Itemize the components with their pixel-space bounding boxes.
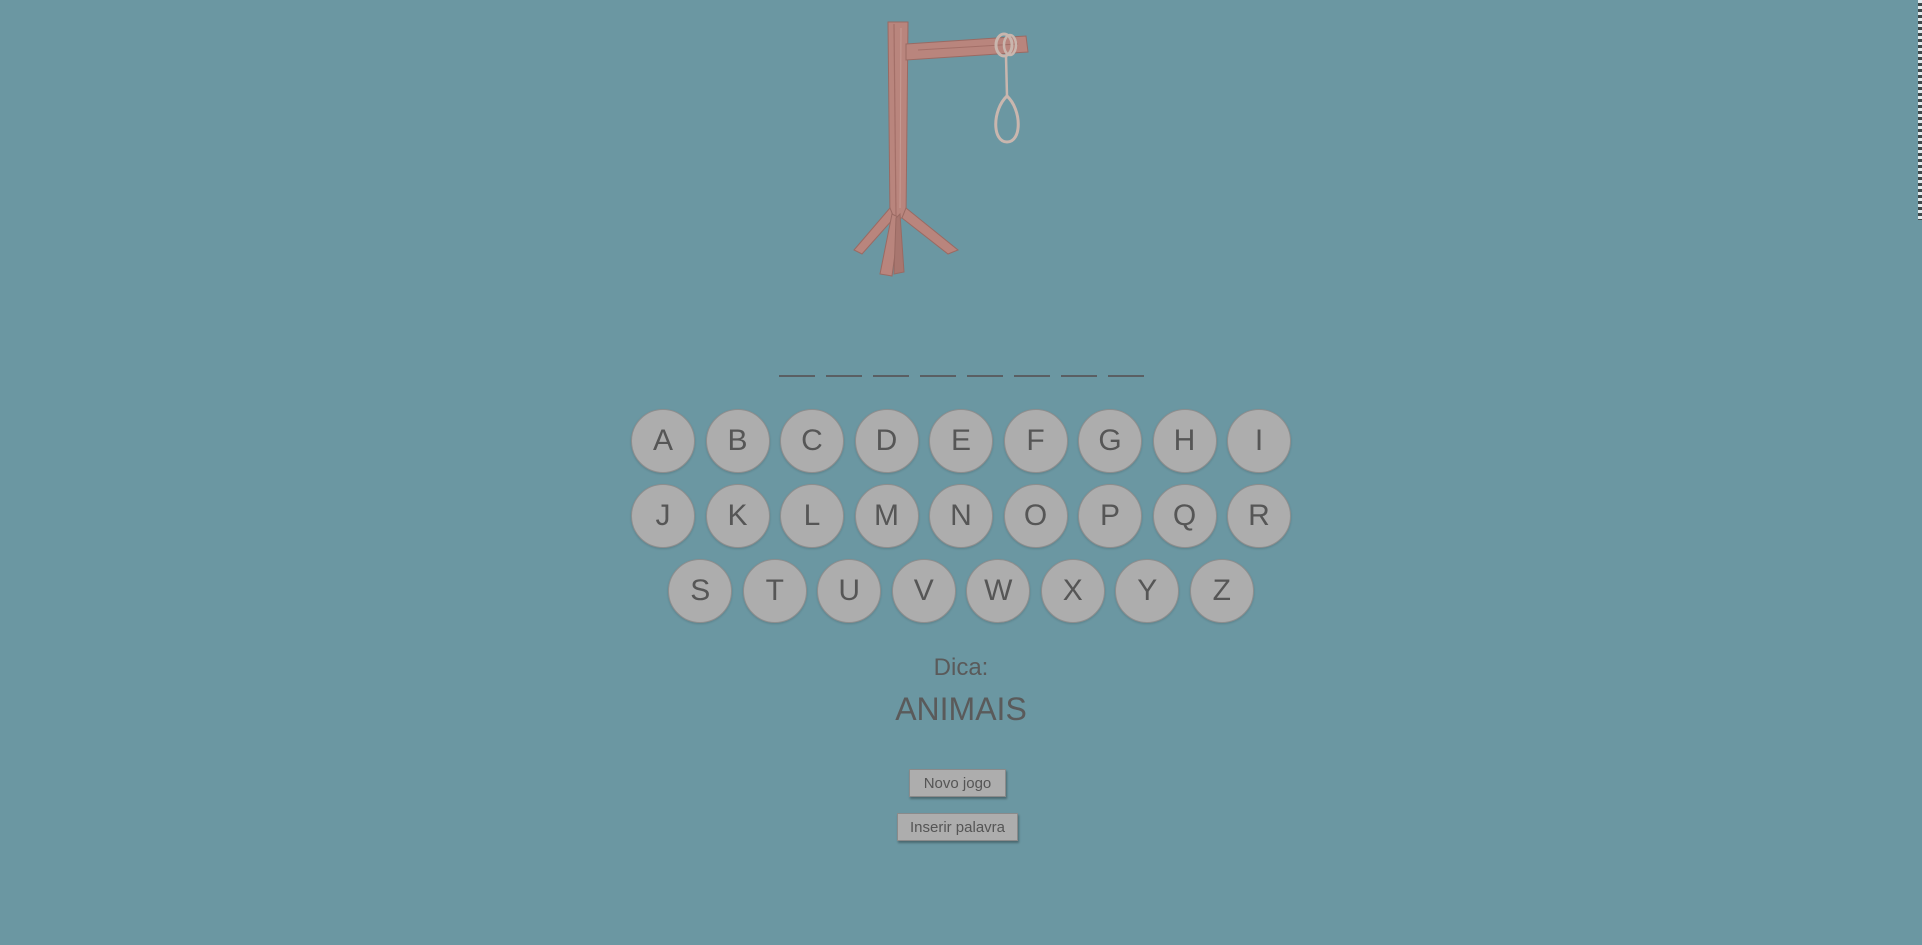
letter-slot (919, 360, 956, 377)
keyboard-row: ABCDEFGHI (0, 409, 1922, 475)
hangman-game: ABCDEFGHI JKLMNOPQR STUVWXYZ Dica: ANIMAIS… (0, 0, 1922, 945)
letter-key-d[interactable]: D (854, 409, 919, 473)
letter-key-h[interactable]: H (1152, 409, 1217, 473)
letter-key-z[interactable]: Z (1189, 559, 1254, 623)
letter-key-b[interactable]: B (705, 409, 770, 473)
keyboard-row: JKLMNOPQR (0, 484, 1922, 550)
letter-keyboard: ABCDEFGHI JKLMNOPQR STUVWXYZ (0, 409, 1922, 634)
letter-key-p[interactable]: P (1078, 484, 1142, 548)
letter-key-a[interactable]: A (631, 409, 695, 473)
letter-slot (1013, 360, 1050, 377)
letter-key-v[interactable]: V (891, 559, 956, 623)
hint-label: Dica: (933, 654, 989, 681)
letter-key-f[interactable]: F (1003, 409, 1068, 473)
letter-slot (966, 360, 1003, 377)
letter-key-r[interactable]: R (1227, 484, 1291, 548)
letter-key-y[interactable]: Y (1115, 559, 1180, 623)
letter-slot (872, 360, 909, 377)
letter-key-c[interactable]: C (780, 409, 844, 473)
letter-slot (1060, 360, 1097, 377)
letter-key-l[interactable]: L (780, 484, 844, 548)
letter-key-n[interactable]: N (929, 484, 993, 548)
word-slots (0, 360, 1922, 377)
letter-key-g[interactable]: G (1078, 409, 1142, 473)
new-game-button[interactable]: Novo jogo (909, 769, 1006, 797)
letter-key-u[interactable]: U (817, 559, 882, 623)
letter-key-x[interactable]: X (1040, 559, 1105, 623)
letter-key-j[interactable]: J (631, 484, 695, 548)
letter-key-o[interactable]: O (1003, 484, 1068, 548)
letter-key-s[interactable]: S (668, 559, 733, 623)
letter-slot (778, 360, 815, 377)
insert-word-button[interactable]: Inserir palavra (897, 813, 1018, 841)
gallows-image (853, 21, 1029, 277)
letter-key-m[interactable]: M (854, 484, 919, 548)
letter-key-i[interactable]: I (1227, 409, 1291, 473)
letter-slot (1107, 360, 1144, 377)
keyboard-row: STUVWXYZ (0, 559, 1922, 625)
letter-slot (825, 360, 862, 377)
letter-key-t[interactable]: T (742, 559, 807, 623)
letter-key-w[interactable]: W (966, 559, 1031, 623)
letter-key-e[interactable]: E (929, 409, 993, 473)
scrollbar-thumb[interactable] (1918, 0, 1922, 220)
letter-key-k[interactable]: K (705, 484, 770, 548)
letter-key-q[interactable]: Q (1152, 484, 1217, 548)
hint-value: ANIMAIS (895, 691, 1027, 727)
